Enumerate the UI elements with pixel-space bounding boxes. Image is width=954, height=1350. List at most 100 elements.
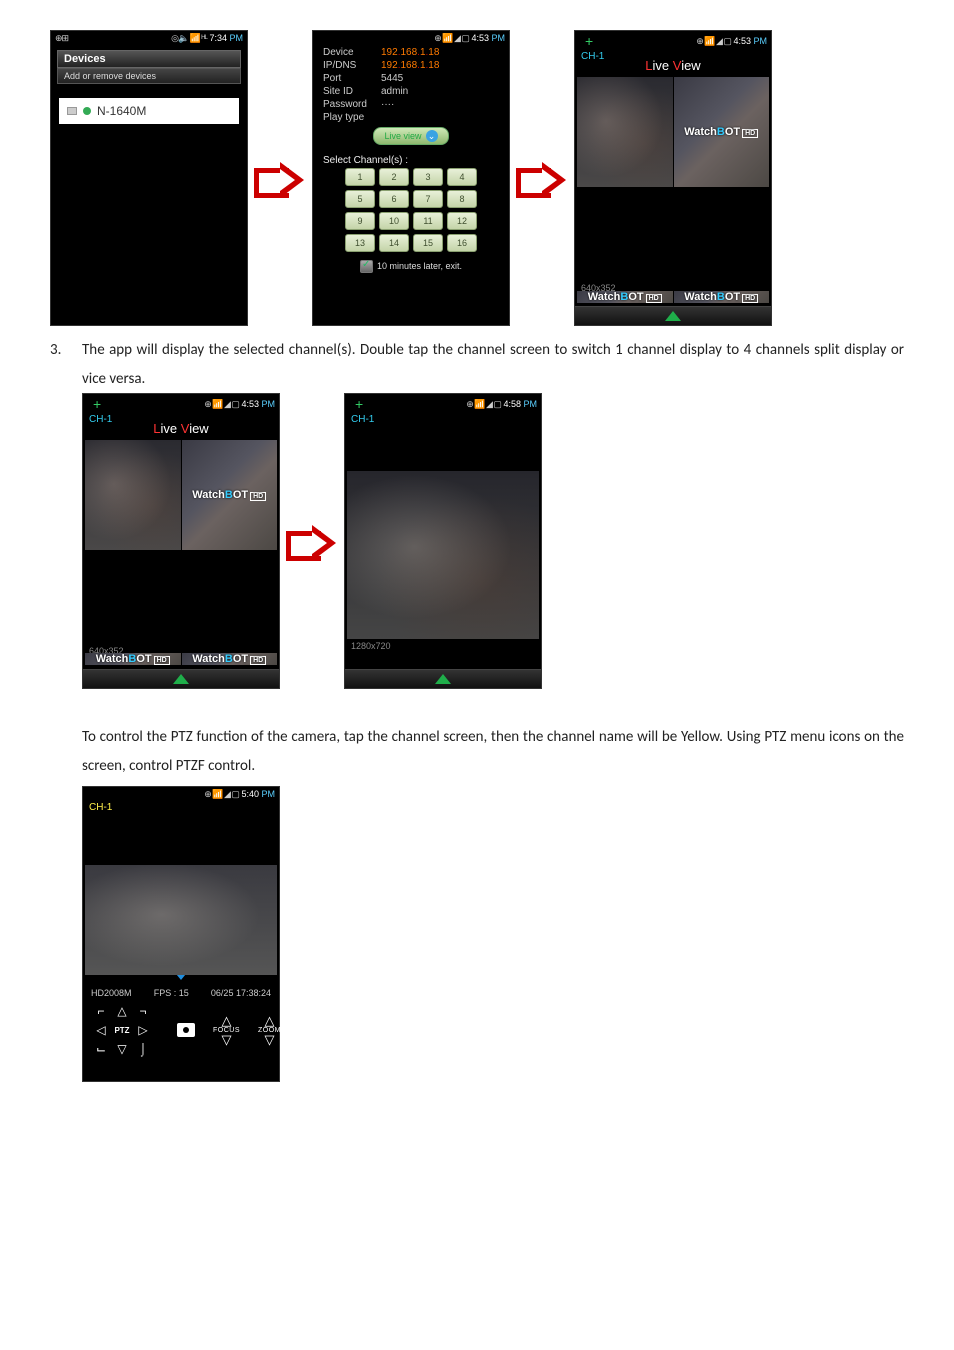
footer-bar <box>575 306 771 325</box>
field-device: Device192.168.1.18 <box>313 46 509 59</box>
single-channel-view[interactable] <box>85 865 277 975</box>
channel-tile[interactable] <box>85 440 181 550</box>
channel-button[interactable]: 12 <box>447 212 477 230</box>
phone-live-view-single: + ⊕ 📶 ◢ ▢ 4:58 PM CH-1 1280x720 <box>344 393 542 689</box>
play-up-icon[interactable] <box>665 311 681 321</box>
channel-button[interactable]: 7 <box>413 190 443 208</box>
watchbot-logo: WatchBOTHD <box>684 126 758 138</box>
channel-button[interactable]: 5 <box>345 190 375 208</box>
channel-button[interactable]: 6 <box>379 190 409 208</box>
channel-button[interactable]: 3 <box>413 168 443 186</box>
ptz-dpad: ⌐ △ ¬ ◁ PTZ ▷ ⌙ ▽ ⌡ <box>91 1002 171 1058</box>
status-bar: ⊕⊞ ◎🔈 📶 ᴴᴵᴸ 7:34 PM <box>51 31 247 46</box>
plus-icon[interactable]: + <box>579 33 599 49</box>
zoom-down-icon[interactable]: ▽ <box>265 1035 275 1045</box>
focus-up-icon[interactable]: △ <box>222 1016 232 1026</box>
status-bar: + ⊕ 📶 ◢ ▢ 4:53 PM <box>575 31 771 51</box>
phone-devices: ⊕⊞ ◎🔈 📶 ᴴᴵᴸ 7:34 PM Devices Add or remov… <box>50 30 248 326</box>
channel-button[interactable]: 8 <box>447 190 477 208</box>
focus-down-icon[interactable]: ▽ <box>222 1035 232 1045</box>
channel-tile[interactable]: WatchBOTHD <box>85 653 181 665</box>
channel-button[interactable]: 16 <box>447 234 477 252</box>
field-playtype: Play type <box>313 111 509 124</box>
dpad-down-left-icon[interactable]: ⌙ <box>91 1040 111 1058</box>
arrow-icon <box>286 523 338 559</box>
channel-label-active: CH-1 <box>83 802 279 813</box>
ptz-info-bar: HD2008M FPS : 15 06/25 17:38:24 <box>83 984 279 1002</box>
watchbot-logo: WatchBOTHD <box>684 291 758 303</box>
resolution-label: 1280x720 <box>345 639 541 653</box>
channel-tile[interactable] <box>182 551 278 661</box>
fps-label: FPS : 15 <box>154 988 189 998</box>
zoom-up-icon[interactable]: △ <box>265 1016 275 1026</box>
dpad-up-right-icon[interactable]: ¬ <box>133 1002 153 1020</box>
channel-tile[interactable]: 640x352 <box>85 551 181 661</box>
play-up-icon[interactable] <box>435 674 451 684</box>
watchbot-logo: WatchBOTHD <box>192 653 266 665</box>
checkbox-icon[interactable] <box>360 260 373 273</box>
quad-grid: WatchBOTHD 640x352 <box>85 440 277 660</box>
exit-option[interactable]: 10 minutes later, exit. <box>313 252 509 281</box>
channel-button[interactable]: 15 <box>413 234 443 252</box>
focus-zoom-controls: △ FOCUS ▽ △ ZOOM ▽ <box>213 1016 281 1045</box>
paragraph-3: 3. The app will display the selected cha… <box>50 336 904 393</box>
channel-tile[interactable]: 640x352 <box>577 188 673 298</box>
dpad-left-icon[interactable]: ◁ <box>91 1021 111 1039</box>
channel-tile[interactable]: WatchBOTHD <box>577 291 673 303</box>
channel-tile[interactable]: WatchBOTHD <box>182 440 278 550</box>
devices-subheader: Add or remove devices <box>57 68 241 84</box>
footer-bar <box>345 669 541 688</box>
dpad-up-icon[interactable]: △ <box>112 1002 132 1020</box>
arrow-icon <box>516 160 568 196</box>
channel-button[interactable]: 14 <box>379 234 409 252</box>
ptz-label: PTZ <box>112 1021 132 1039</box>
live-view-title: Live View <box>575 58 771 73</box>
footer-bar <box>83 669 279 688</box>
watchbot-logo: WatchBOTHD <box>588 291 662 303</box>
status-left-icons: ⊕⊞ <box>55 33 68 44</box>
channel-button[interactable]: 9 <box>345 212 375 230</box>
channel-button[interactable]: 11 <box>413 212 443 230</box>
model-label: HD2008M <box>91 988 132 998</box>
watchbot-logo: WatchBOTHD <box>192 489 266 501</box>
channel-button[interactable]: 2 <box>379 168 409 186</box>
arrow-icon <box>254 160 306 196</box>
channel-tile[interactable] <box>577 77 673 187</box>
dpad-up-left-icon[interactable]: ⌐ <box>91 1002 111 1020</box>
channel-button[interactable]: 10 <box>379 212 409 230</box>
device-list-item[interactable]: N-1640M <box>59 98 239 124</box>
device-name: N-1640M <box>97 104 146 118</box>
channel-tile[interactable]: WatchBOTHD <box>182 653 278 665</box>
dpad-down-icon[interactable]: ▽ <box>112 1040 132 1058</box>
channel-label: CH-1 <box>345 414 541 425</box>
phone-live-view-quad: + ⊕ 📶 ◢ ▢ 4:53 PM CH-1 Live View WatchBO… <box>574 30 772 326</box>
field-port: Port5445 <box>313 72 509 85</box>
channel-tile[interactable] <box>674 188 770 298</box>
field-ipdns: IP/DNS192.168.1.18 <box>313 59 509 72</box>
channel-grid: 1 2 3 4 5 6 7 8 9 10 11 12 13 14 15 16 <box>313 168 509 252</box>
status-dot-icon <box>83 107 91 115</box>
row-three-phones: ⊕⊞ ◎🔈 📶 ᴴᴵᴸ 7:34 PM Devices Add or remov… <box>50 30 904 326</box>
watchbot-logo: WatchBOTHD <box>96 653 170 665</box>
channel-button[interactable]: 13 <box>345 234 375 252</box>
plus-icon[interactable]: + <box>349 396 369 412</box>
play-up-icon[interactable] <box>173 674 189 684</box>
phone-live-view-quad-2: + ⊕ 📶 ◢ ▢ 4:53 PM CH-1 Live View WatchBO… <box>82 393 280 689</box>
phone-channel-select: ⊕ 📶 ◢ ▢ 4:53 PM Device192.168.1.18 IP/DN… <box>312 30 510 326</box>
live-view-button[interactable]: Live view⌄ <box>373 127 448 145</box>
single-channel-view[interactable] <box>347 471 539 639</box>
row-two-phones: + ⊕ 📶 ◢ ▢ 4:53 PM CH-1 Live View WatchBO… <box>82 393 904 689</box>
devices-header: Devices <box>57 50 241 68</box>
dpad-down-right-icon[interactable]: ⌡ <box>133 1040 153 1058</box>
select-channels-label: Select Channel(s) : <box>313 149 509 168</box>
ptz-controls: ⌐ △ ¬ ◁ PTZ ▷ ⌙ ▽ ⌡ △ FOCUS ▽ △ ZOOM <box>83 1002 279 1066</box>
dpad-right-icon[interactable]: ▷ <box>133 1021 153 1039</box>
plus-icon[interactable]: + <box>87 396 107 412</box>
channel-button[interactable]: 4 <box>447 168 477 186</box>
channel-tile[interactable]: WatchBOTHD <box>674 77 770 187</box>
status-right: ◎🔈 📶 ᴴᴵᴸ 7:34 PM <box>171 33 243 44</box>
channel-tile[interactable]: WatchBOTHD <box>674 291 770 303</box>
timestamp-label: 06/25 17:38:24 <box>211 988 271 998</box>
channel-button[interactable]: 1 <box>345 168 375 186</box>
snapshot-icon[interactable] <box>177 1023 195 1037</box>
